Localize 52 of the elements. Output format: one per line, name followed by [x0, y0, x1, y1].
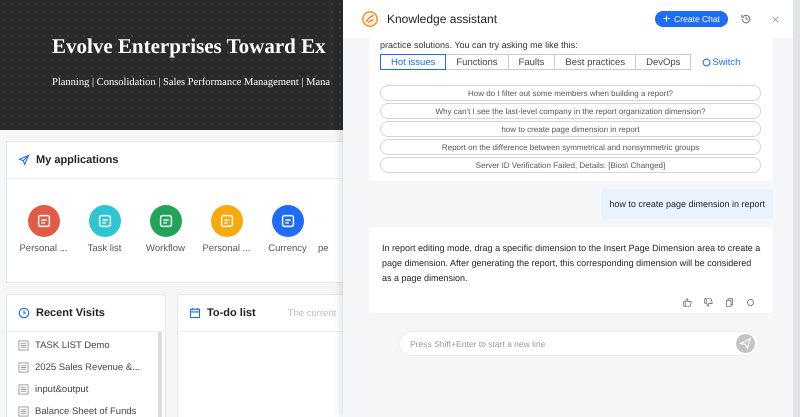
message-input[interactable]: Press Shift+Enter to start a new line [399, 331, 759, 356]
category-tab[interactable]: DevOps [635, 54, 692, 70]
app-label[interactable]: Workflow [146, 243, 185, 254]
app-icon[interactable] [28, 205, 60, 237]
refresh-icon[interactable] [746, 298, 755, 307]
suggested-question[interactable]: How do I filter out some members when building a report? [380, 85, 761, 101]
suggested-question[interactable]: how to create page dimension in report [380, 121, 761, 137]
category-tab[interactable]: Hot issues [380, 54, 446, 70]
calendar-icon [189, 307, 201, 319]
clock-icon [18, 307, 30, 319]
close-icon[interactable] [772, 16, 779, 22]
create-chat-button[interactable]: Create Chat [655, 11, 728, 27]
logo-icon [361, 10, 379, 28]
todo-hint: The current [288, 308, 336, 318]
category-tab[interactable]: Best practices [554, 54, 636, 70]
thumbs-down-icon[interactable] [704, 298, 713, 307]
recent-item[interactable]: Balance Sheet of Funds [35, 406, 136, 416]
history-icon[interactable] [740, 13, 752, 25]
app-label[interactable]: Personal ... [19, 243, 68, 254]
document-icon [18, 340, 29, 350]
plus-icon [663, 15, 670, 22]
app-icon[interactable] [150, 205, 182, 237]
recent-item[interactable]: 2025 Sales Revenue &... [35, 362, 140, 372]
document-icon [18, 406, 29, 416]
banner-title: Evolve Enterprises Toward Ex [52, 34, 327, 59]
user-message: how to create page dimension in report [601, 189, 773, 219]
switch-button[interactable]: Switch [702, 56, 740, 68]
copy-icon[interactable] [725, 298, 734, 307]
banner-subtitle: Planning | Consolidation | Sales Performance Management | Mana [52, 77, 332, 88]
recent-item[interactable]: input&output [35, 384, 88, 394]
document-icon [18, 384, 29, 394]
panel-title: Knowledge assistant [387, 12, 498, 26]
app-label[interactable]: Personal ... [202, 243, 251, 254]
answer-text: In report editing mode, drag a specific dimension to the Insert Page Dimension area to create a page dimension. After generating the report, this corresponding dimension will be considered as a page dimension. [382, 242, 761, 285]
recent-item[interactable]: TASK LIST Demo [35, 340, 110, 350]
section-title: Recent Visits [36, 307, 105, 319]
intro-text: practice solutions. You can try asking me like this: [380, 40, 579, 50]
suggested-question[interactable]: Server ID Verification Failed, Details: [Bios\ Changed] [380, 157, 761, 173]
app-label[interactable]: pe [318, 243, 329, 254]
section-title: My applications [36, 154, 119, 166]
app-label[interactable]: Currency [268, 243, 307, 254]
thumbs-up-icon[interactable] [683, 298, 692, 307]
suggested-question[interactable]: Why can't I see the last-level company in the report organization dimension? [380, 103, 761, 119]
category-tab[interactable]: Faults [508, 54, 556, 70]
app-label[interactable]: Task list [88, 243, 122, 254]
suggested-question[interactable]: Report on the difference between symmetrical and nonsymmetric groups [380, 139, 761, 155]
app-icon[interactable] [272, 205, 304, 237]
paper-plane-icon [18, 154, 30, 166]
section-title: To-do list [207, 307, 256, 319]
category-tab[interactable]: Functions [445, 54, 509, 70]
refresh-icon [702, 58, 712, 66]
document-icon [18, 362, 29, 372]
